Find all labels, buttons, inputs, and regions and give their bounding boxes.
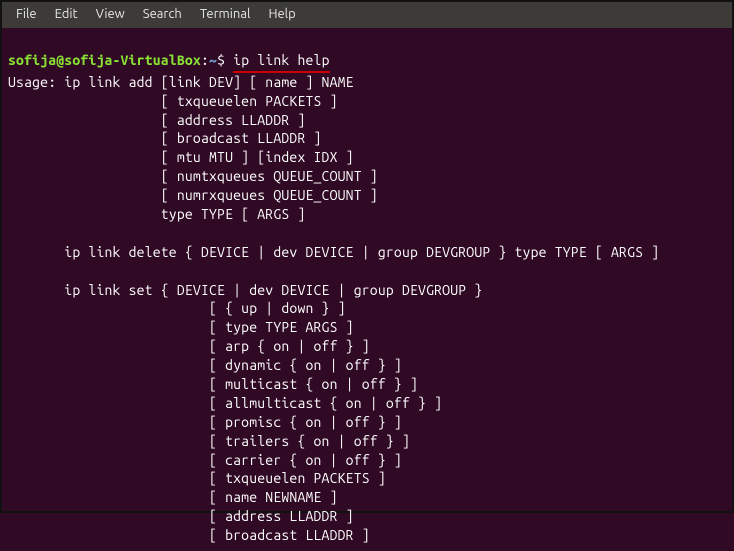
menu-edit[interactable]: Edit xyxy=(47,4,86,26)
terminal-viewport[interactable]: sofija@sofija-VirtualBox:~$ ip link help… xyxy=(2,28,732,551)
menu-search[interactable]: Search xyxy=(135,4,190,26)
output-line: [ dynamic { on | off } ] xyxy=(8,357,402,373)
output-line: [ type TYPE ARGS ] xyxy=(8,319,354,335)
output-line: [ trailers { on | off } ] xyxy=(8,433,410,449)
command-input: ip link help xyxy=(233,51,329,73)
menu-help[interactable]: Help xyxy=(260,4,303,26)
menubar: File Edit View Search Terminal Help xyxy=(2,2,732,28)
output-line: [ multicast { on | off } ] xyxy=(8,376,418,392)
output-line: [ txqueuelen PACKETS ] xyxy=(8,93,338,109)
output-line: [ address LLADDR ] xyxy=(8,508,354,524)
menu-terminal[interactable]: Terminal xyxy=(192,4,259,26)
menu-view[interactable]: View xyxy=(88,4,133,26)
prompt-symbol: $ xyxy=(217,52,233,68)
output-line: [ mtu MTU ] [index IDX ] xyxy=(8,149,354,165)
output-line: [ broadcast LLADDR ] xyxy=(8,130,322,146)
menu-file[interactable]: File xyxy=(8,4,45,26)
output-line: Usage: ip link add [link DEV] [ name ] N… xyxy=(8,74,354,90)
output-line: type TYPE [ ARGS ] xyxy=(8,206,305,222)
output-line: [ allmulticast { on | off } ] xyxy=(8,395,442,411)
prompt-user-host: sofija@sofija-VirtualBox xyxy=(8,52,201,68)
output-line: [ arp { on | off } ] xyxy=(8,338,370,354)
output-line: [ numrxqueues QUEUE_COUNT ] xyxy=(8,187,378,203)
output-line: [ { up | down } ] xyxy=(8,300,346,316)
output-line: ip link set { DEVICE | dev DEVICE | grou… xyxy=(8,282,482,298)
output-line: [ promisc { on | off } ] xyxy=(8,414,402,430)
prompt-colon: : xyxy=(201,52,209,68)
output-line: [ txqueuelen PACKETS ] xyxy=(8,470,386,486)
output-line: [ broadcast LLADDR ] xyxy=(8,527,370,543)
output-line: [ address LLADDR ] xyxy=(8,112,305,128)
output-line: ip link delete { DEVICE | dev DEVICE | g… xyxy=(8,244,659,260)
prompt-path: ~ xyxy=(209,52,217,68)
output-line: [ numtxqueues QUEUE_COUNT ] xyxy=(8,168,378,184)
output-line: [ carrier { on | off } ] xyxy=(8,452,402,468)
output-line: [ name NEWNAME ] xyxy=(8,489,338,505)
